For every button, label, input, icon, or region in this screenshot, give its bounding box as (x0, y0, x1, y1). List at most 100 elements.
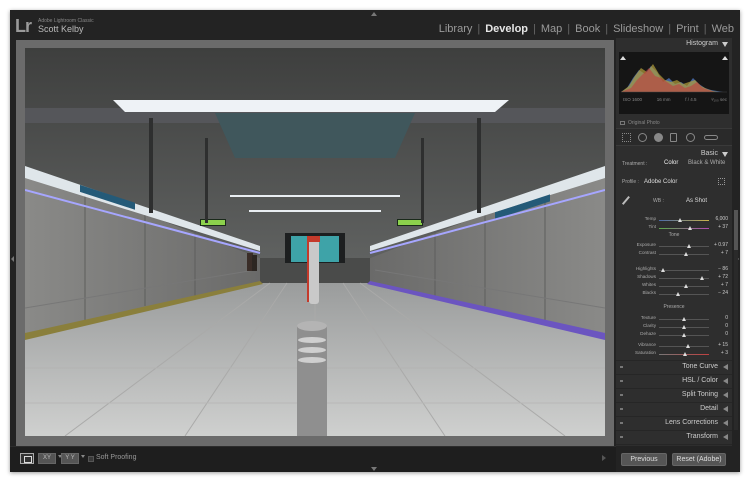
slider-value[interactable]: + 7 (721, 250, 728, 256)
slider-track[interactable] (659, 220, 709, 221)
slider-tint[interactable]: Tint + 37 (616, 224, 732, 232)
red-eye-icon[interactable] (654, 133, 663, 142)
panel-header-detail[interactable]: Detail (616, 402, 732, 414)
slider-knob[interactable] (686, 344, 690, 348)
slider-knob[interactable] (682, 325, 686, 329)
filmstrip-toggle-icon[interactable] (371, 467, 377, 471)
panel-header-transform[interactable]: Transform (616, 430, 732, 442)
right-panel-scrollbar[interactable] (734, 210, 738, 430)
slider-knob[interactable] (700, 276, 704, 280)
slider-label: Dehaze (640, 331, 656, 336)
treatment-bw-button[interactable]: Black & White (688, 160, 725, 166)
module-slideshow[interactable]: Slideshow (613, 23, 663, 35)
slider-knob[interactable] (682, 333, 686, 337)
slider-knob[interactable] (683, 252, 688, 256)
collapse-icon (722, 42, 728, 47)
slider-knob[interactable] (676, 292, 680, 296)
chevron-down-icon[interactable] (81, 455, 85, 458)
panel-switch-icon[interactable] (620, 380, 623, 382)
slider-dehaze[interactable]: Dehaze 0 (616, 331, 732, 339)
slider-value[interactable]: + 0.97 (714, 242, 728, 248)
slider-saturation[interactable]: Saturation + 3 (616, 350, 732, 358)
profile-dropdown[interactable]: Adobe Color (644, 179, 677, 185)
slider-knob[interactable] (687, 244, 691, 248)
module-library[interactable]: Library (439, 23, 473, 35)
slider-knob[interactable] (684, 284, 688, 288)
slider-exposure[interactable]: Exposure + 0.97 (616, 242, 732, 250)
panel-header-lens-corrections[interactable]: Lens Corrections (616, 416, 732, 428)
top-panel-toggle-icon[interactable] (371, 12, 377, 16)
panel-switch-icon[interactable] (620, 366, 623, 368)
original-photo-checkbox[interactable] (620, 121, 625, 125)
basic-header[interactable]: Basic (616, 148, 732, 160)
before-after-left-right-button[interactable]: XY (38, 453, 56, 464)
slider-track[interactable] (659, 346, 709, 347)
camera-info: ISO 1600 16 mm f / 4.5 ¹⁄₁₀₀ sec (623, 97, 727, 102)
panel-header-tone-curve[interactable]: Tone Curve (616, 360, 732, 372)
loupe-view-icon[interactable] (20, 453, 34, 464)
slider-value[interactable]: − 24 (718, 290, 728, 296)
slider-knob[interactable] (682, 317, 686, 321)
wb-dropdown[interactable]: As Shot (686, 198, 707, 204)
slider-track[interactable] (659, 246, 709, 247)
slider-value[interactable]: 0 (725, 323, 728, 329)
slider-temp[interactable]: Temp 6,000 (616, 216, 732, 224)
separator: | (703, 23, 707, 35)
slider-value[interactable]: 0 (725, 331, 728, 337)
slider-blacks[interactable]: Blacks − 24 (616, 290, 732, 298)
spot-removal-icon[interactable] (638, 133, 647, 142)
panel-header-split-toning[interactable]: Split Toning (616, 388, 732, 400)
previous-button[interactable]: Previous (621, 453, 667, 466)
toolbar-menu-icon[interactable] (602, 455, 606, 461)
slider-value[interactable]: + 7 (721, 282, 728, 288)
slider-value[interactable]: − 86 (718, 266, 728, 272)
graduated-filter-icon[interactable] (670, 133, 677, 142)
slider-track[interactable] (659, 294, 709, 295)
collapse-icon (722, 152, 728, 157)
soft-proofing-checkbox[interactable] (88, 456, 94, 462)
slider-value[interactable]: + 3 (721, 350, 728, 356)
slider-value[interactable]: 0 (725, 315, 728, 321)
slider-shadows[interactable]: Shadows + 72 (616, 274, 732, 282)
left-panel-toggle-icon[interactable] (11, 256, 14, 262)
slider-track[interactable] (659, 270, 709, 271)
before-after-swap-button[interactable]: Y Y (61, 453, 79, 464)
slider-value[interactable]: + 15 (718, 342, 728, 348)
slider-highlights[interactable]: Highlights − 86 (616, 266, 732, 274)
slider-knob[interactable] (683, 352, 687, 356)
module-web[interactable]: Web (712, 23, 734, 35)
histogram-header[interactable]: Histogram (616, 38, 732, 50)
profile-browser-icon[interactable] (718, 178, 725, 185)
crop-icon[interactable] (622, 133, 631, 142)
adjustment-brush-icon[interactable] (704, 135, 718, 140)
module-map[interactable]: Map (541, 23, 562, 35)
slider-value[interactable]: + 37 (718, 224, 728, 230)
slider-value[interactable]: + 72 (718, 274, 728, 280)
treatment-color-button[interactable]: Color (664, 160, 678, 166)
slider-knob[interactable] (660, 268, 665, 272)
slider-track[interactable] (659, 228, 709, 229)
panel-switch-icon[interactable] (620, 422, 623, 424)
module-book[interactable]: Book (575, 23, 600, 35)
module-print[interactable]: Print (676, 23, 699, 35)
panel-switch-icon[interactable] (620, 394, 623, 396)
slider-contrast[interactable]: Contrast + 7 (616, 250, 732, 258)
slider-whites[interactable]: Whites + 7 (616, 282, 732, 290)
white-balance-picker-icon[interactable] (621, 195, 637, 211)
slider-knob[interactable] (688, 226, 692, 230)
reset-button[interactable]: Reset (Adobe) (672, 453, 726, 466)
slider-value[interactable]: 6,000 (715, 216, 728, 222)
panel-header-hsl-color[interactable]: HSL / Color (616, 374, 732, 386)
slider-clarity[interactable]: Clarity 0 (616, 323, 732, 331)
panel-switch-icon[interactable] (620, 408, 623, 410)
photo-preview[interactable] (25, 48, 605, 436)
slider-vibrance[interactable]: Vibrance + 15 (616, 342, 732, 350)
slider-texture[interactable]: Texture 0 (616, 315, 732, 323)
module-develop[interactable]: Develop (485, 23, 528, 35)
separator: | (668, 23, 672, 35)
panel-switch-icon[interactable] (620, 436, 623, 438)
histogram[interactable]: ISO 1600 16 mm f / 4.5 ¹⁄₁₀₀ sec (619, 52, 729, 114)
slider-label: Texture (640, 315, 656, 320)
radial-filter-icon[interactable] (686, 133, 695, 142)
slider-knob[interactable] (678, 218, 682, 222)
